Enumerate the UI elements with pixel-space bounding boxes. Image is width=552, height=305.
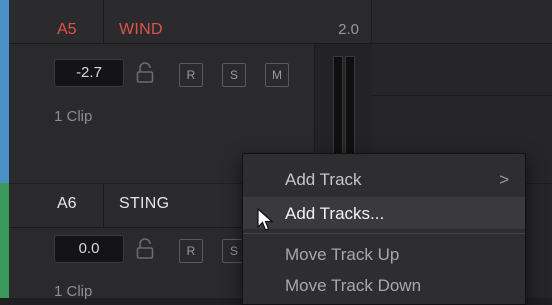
track-context-menu[interactable]: Add Track > Add Tracks... Move Track Up … <box>242 153 526 305</box>
timeline-divider <box>372 95 552 96</box>
menu-item-add-track[interactable]: Add Track > <box>243 163 525 195</box>
timeline-header <box>372 0 552 44</box>
lock-icon[interactable] <box>135 62 155 84</box>
record-arm-button[interactable]: R <box>179 239 203 263</box>
menu-separator <box>243 233 525 234</box>
clip-count: 1 Clip <box>54 108 93 125</box>
menu-item-move-track-up[interactable]: Move Track Up <box>243 238 525 270</box>
chevron-right-icon: > <box>499 170 509 189</box>
mouse-cursor-icon <box>257 207 274 231</box>
volume-field[interactable]: 0.0 <box>54 235 124 263</box>
menu-item-move-track-down[interactable]: Move Track Down <box>243 269 525 301</box>
clip-count: 1 Clip <box>54 283 93 300</box>
track-name[interactable]: WIND <box>119 21 163 39</box>
track-color-strip-a6 <box>0 183 9 298</box>
track-title-bar: A5 WIND 2.0 <box>9 0 371 44</box>
solo-button[interactable]: S <box>222 63 246 87</box>
menu-item-add-tracks[interactable]: Add Tracks... <box>243 197 525 229</box>
menu-item-label: Add Track <box>285 170 362 189</box>
menu-item-label: Move Track Down <box>285 276 422 295</box>
lock-icon[interactable] <box>135 238 155 260</box>
track-id: A5 <box>57 21 77 38</box>
track-name[interactable]: STING <box>119 195 169 213</box>
menu-item-label: Add Tracks... <box>285 204 385 223</box>
mute-button[interactable]: M <box>265 63 289 87</box>
volume-field[interactable]: -2.7 <box>54 59 124 87</box>
menu-item-label: Move Track Up <box>285 245 400 264</box>
track-format: 2.0 <box>338 21 359 38</box>
track-id: A6 <box>57 195 77 212</box>
record-arm-button[interactable]: R <box>179 63 203 87</box>
track-color-strip-a5 <box>0 0 9 183</box>
